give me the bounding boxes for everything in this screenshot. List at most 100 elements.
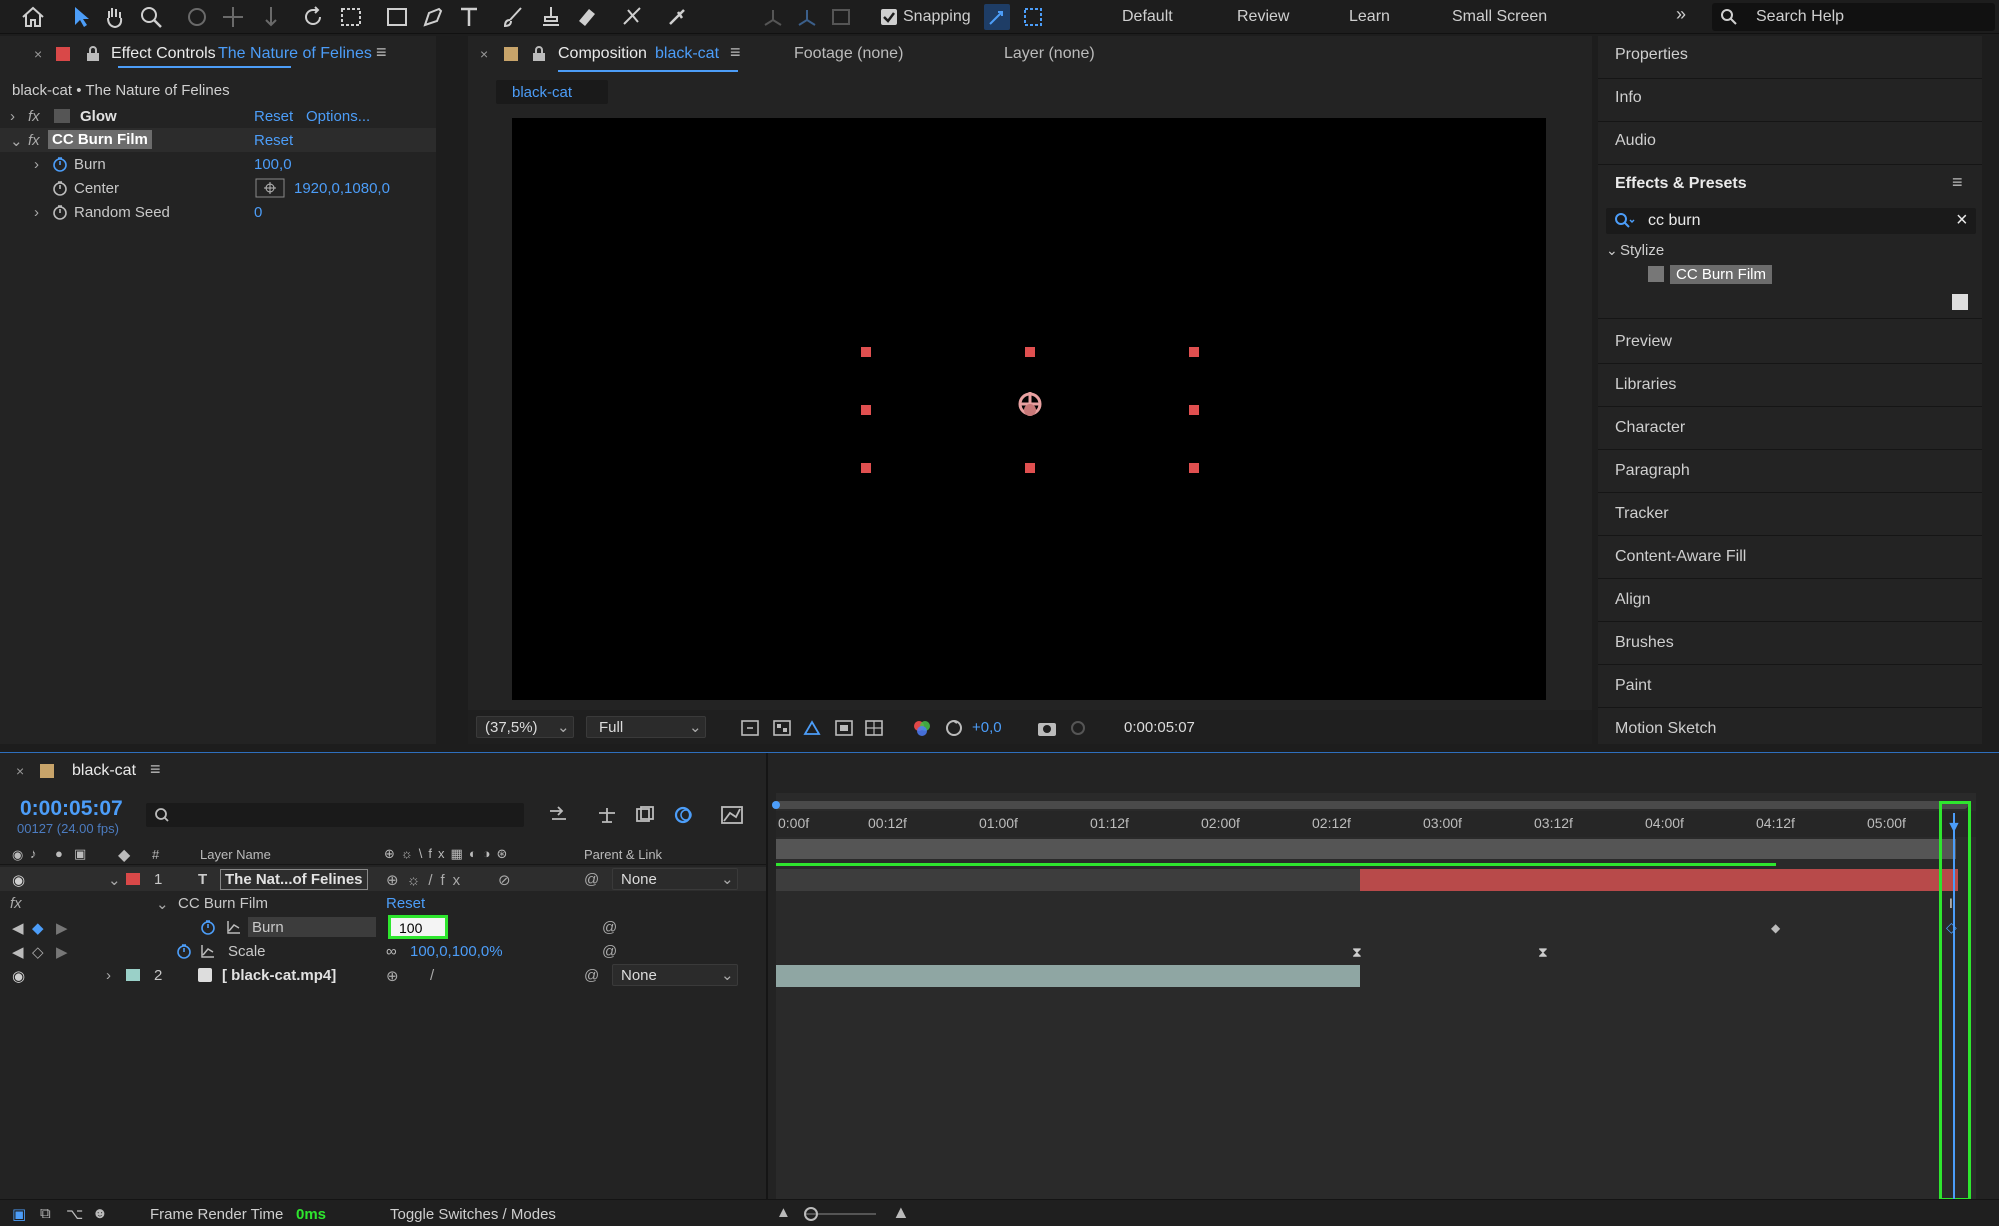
layer-row-2[interactable]: ◉ › 2 [ black-cat.mp4] ⊕ / @ None ⌄ (0, 963, 766, 987)
transfer-controls-icon[interactable]: ⌥ (66, 1205, 83, 1223)
glow-options-link[interactable]: Options... (306, 108, 370, 125)
keyframe-scale-hold[interactable]: ⧗ (1352, 944, 1362, 961)
close-icon[interactable]: × (34, 46, 42, 62)
panel-menu-icon[interactable]: ≡ (376, 42, 387, 63)
brush-tool-icon[interactable] (500, 4, 526, 30)
panel-brushes[interactable]: Brushes (1615, 634, 1674, 652)
layer-tab[interactable]: Layer (none) (1004, 45, 1095, 63)
panel-tracker[interactable]: Tracker (1615, 505, 1669, 523)
close-icon[interactable]: × (480, 46, 488, 62)
time-ruler[interactable]: 0:00f 00:12f 01:00f 01:12f 02:00f 02:12f… (776, 811, 1976, 837)
region-of-interest-icon[interactable] (834, 718, 854, 738)
layer-label-color[interactable] (126, 873, 140, 885)
comp-breadcrumb-tab[interactable]: black-cat (496, 80, 608, 104)
panel-menu-icon[interactable]: ≡ (730, 42, 741, 63)
exposure-value[interactable]: +0,0 (972, 719, 1002, 736)
keyframe-burn[interactable]: ◆ (1771, 921, 1780, 935)
zoom-tool-icon[interactable] (138, 4, 164, 30)
in-out-columns-icon[interactable]: ☻ (92, 1205, 108, 1222)
transform-handle[interactable] (861, 405, 871, 415)
pan-behind-tool-icon[interactable] (220, 4, 246, 30)
viewer-timecode[interactable]: 0:00:05:07 (1124, 719, 1195, 736)
panel-audio[interactable]: Audio (1615, 132, 1656, 150)
panel-menu-icon[interactable]: ≡ (150, 759, 161, 780)
puppet-tool-icon[interactable] (664, 4, 690, 30)
snap-edges-icon[interactable] (984, 4, 1010, 30)
workspace-overflow-button[interactable]: » (1676, 4, 1686, 25)
parent-dropdown-2[interactable]: None ⌄ (612, 964, 738, 986)
selection-tool-icon[interactable] (68, 4, 94, 30)
effect-row-glow[interactable]: › fx Glow Reset Options... (0, 104, 436, 128)
scale-property-row[interactable]: ◀ ◇ ▶ Scale ∞ 100,0,100,0% @ (0, 939, 766, 963)
graph-editor-icon[interactable] (720, 805, 744, 825)
workspace-small-screen[interactable]: Small Screen (1452, 8, 1547, 26)
panel-content-aware-fill[interactable]: Content-Aware Fill (1615, 548, 1746, 566)
panel-paragraph[interactable]: Paragraph (1615, 462, 1690, 480)
snap-features-icon[interactable] (1020, 4, 1046, 30)
new-preset-icon[interactable] (1952, 294, 1968, 310)
pick-whip-icon[interactable]: @ (584, 871, 599, 888)
panel-preview[interactable]: Preview (1615, 333, 1672, 351)
effect-group-row[interactable]: fx ⌄ CC Burn Film Reset (0, 891, 766, 915)
crosshair-icon[interactable] (255, 178, 285, 198)
transform-handle[interactable] (1189, 347, 1199, 357)
time-navigator[interactable] (772, 801, 1968, 809)
audio-icon[interactable]: ♪ (30, 846, 37, 861)
axis-local-icon[interactable] (760, 4, 786, 30)
motion-blur-icon[interactable] (672, 805, 694, 825)
prev-keyframe-icon[interactable]: ◀ (12, 943, 24, 961)
toggle-switches-modes-button[interactable]: Toggle Switches / Modes (390, 1206, 556, 1223)
pen-tool-icon[interactable] (420, 4, 446, 30)
expression-pick-whip-icon[interactable]: @ (602, 919, 617, 936)
effect-group-reset[interactable]: Reset (386, 895, 425, 912)
panel-effects-presets[interactable]: Effects & Presets (1615, 175, 1747, 193)
axis-view-icon[interactable] (828, 4, 854, 30)
frame-blending-icon[interactable] (634, 805, 656, 825)
expand-arrow-icon[interactable]: › (10, 108, 15, 125)
composition-canvas[interactable] (512, 118, 1546, 700)
lock-icon[interactable] (86, 46, 100, 62)
composition-tab-title[interactable]: Composition (558, 45, 647, 63)
camera-tool-icon[interactable] (338, 4, 364, 30)
label-tag-icon[interactable]: ◆ (118, 845, 130, 865)
expand-arrow-icon[interactable]: › (34, 204, 39, 221)
panel-paint[interactable]: Paint (1615, 677, 1651, 695)
search-help-field[interactable]: Search Help (1712, 3, 1995, 31)
grid-guides-icon[interactable] (864, 718, 884, 738)
scrollbar[interactable] (436, 36, 460, 744)
stopwatch-icon[interactable] (52, 156, 68, 172)
time-navigator-start[interactable] (772, 801, 780, 809)
property-value-burn[interactable]: 100,0 (254, 156, 292, 173)
close-icon[interactable]: × (16, 763, 24, 779)
fx-icon[interactable]: fx (10, 895, 22, 912)
workspace-review[interactable]: Review (1237, 8, 1289, 26)
property-value-center[interactable]: 1920,0,1080,0 (294, 180, 390, 197)
panel-character[interactable]: Character (1615, 419, 1685, 437)
add-keyframe-icon[interactable]: ◆ (32, 919, 44, 937)
layer-2-duration-bar[interactable] (776, 965, 1360, 987)
expand-arrow-icon[interactable]: › (106, 967, 111, 984)
home-icon[interactable] (20, 4, 46, 30)
zoom-slider-handle[interactable] (804, 1207, 818, 1221)
prev-keyframe-icon[interactable]: ◀ (12, 919, 24, 937)
burn-property-row[interactable]: ◀ ◆ ▶ Burn 100 @ (0, 915, 766, 939)
parent-dropdown-1[interactable]: None ⌄ (612, 868, 738, 890)
effects-search-field[interactable]: cc burn × (1606, 208, 1976, 234)
column-layer-name[interactable]: Layer Name (200, 847, 271, 862)
fx-icon[interactable]: fx (28, 108, 40, 125)
burn-value-input[interactable]: 100 (388, 915, 448, 939)
property-value-random-seed[interactable]: 0 (254, 204, 262, 221)
workspace-learn[interactable]: Learn (1349, 8, 1390, 26)
fx-icon[interactable]: fx (28, 132, 40, 149)
quality-switch-icon[interactable]: / (430, 967, 434, 984)
panel-menu-icon[interactable]: ≡ (1952, 172, 1963, 193)
reset-exposure-icon[interactable] (944, 718, 964, 738)
layer-name-2[interactable]: [ black-cat.mp4] (222, 967, 336, 984)
type-tool-icon[interactable] (456, 4, 482, 30)
solo-icon[interactable]: ● (55, 846, 63, 861)
dolly-tool-icon[interactable] (258, 4, 284, 30)
panel-libraries[interactable]: Libraries (1615, 376, 1676, 394)
roto-brush-tool-icon[interactable] (620, 4, 646, 30)
expression-pick-whip-icon[interactable]: @ (602, 943, 617, 960)
current-time-display[interactable]: 0:00:05:07 (20, 797, 123, 821)
